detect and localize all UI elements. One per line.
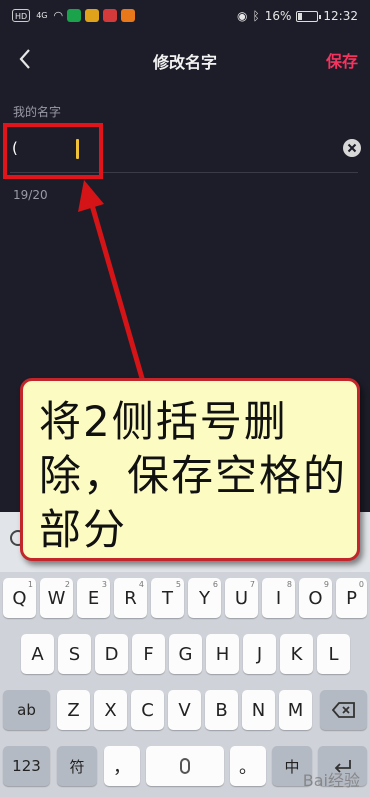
callout-text: 将2侧括号删除，保存空格的部分 [39,397,348,554]
instruction-callout: 将2侧括号删除，保存空格的部分 [20,378,360,561]
